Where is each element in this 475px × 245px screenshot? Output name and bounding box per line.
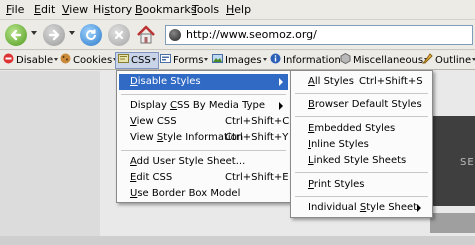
menu-help[interactable]: Help	[226, 3, 251, 16]
toolbar-information-button[interactable]: Information	[270, 52, 346, 69]
cookie-icon	[60, 53, 71, 64]
reload-icon	[86, 29, 96, 40]
submenu-item-linked-style-sheets[interactable]: Linked Style Sheets	[293, 153, 430, 169]
menu-separator	[295, 172, 428, 173]
address-url: http://www.seomoz.org/	[186, 28, 317, 41]
page-banner-text: SE	[460, 157, 475, 168]
menu-separator	[295, 116, 428, 117]
navigation-bar: http://www.seomoz.org/	[0, 20, 475, 50]
menu-item-add-user-style-sheet[interactable]: Add User Style Sheet...	[119, 154, 288, 170]
menu-separator	[295, 93, 428, 94]
back-arrow-icon	[10, 29, 22, 41]
site-favicon-icon	[169, 29, 181, 41]
caret-down-icon	[262, 58, 267, 61]
menu-item-display-css-by-media-type[interactable]: Display CSS By Media Type	[119, 98, 288, 114]
toolbar-miscellaneous-button[interactable]: Miscellaneous	[340, 52, 429, 69]
submenu-arrow-icon	[279, 102, 283, 110]
information-icon	[270, 53, 281, 64]
menu-shortcut: Ctrl+Shift+S	[359, 76, 423, 87]
menu-shortcut: Ctrl+Shift+E	[225, 172, 289, 183]
stop-button[interactable]	[108, 24, 130, 46]
images-icon	[212, 54, 223, 63]
toolbar-css-button[interactable]: CSS	[115, 52, 159, 69]
page-gray-strip	[430, 213, 475, 233]
forward-arrow-icon	[48, 29, 60, 41]
home-button[interactable]	[135, 24, 157, 46]
outline-icon	[422, 53, 433, 64]
menu-bar: File Edit View History Bookmarks Tools H…	[0, 0, 475, 20]
submenu-arrow-icon	[417, 204, 421, 212]
submenu-item-inline-styles[interactable]: Inline Styles	[293, 137, 430, 153]
menu-tools[interactable]: Tools	[192, 3, 219, 16]
menu-separator	[121, 150, 286, 151]
home-icon	[137, 25, 155, 44]
forward-history-dropdown-icon[interactable]	[69, 31, 75, 35]
forms-icon	[160, 54, 171, 63]
toolbar-forms-button[interactable]: Forms	[160, 52, 209, 69]
menu-item-view-css[interactable]: View CSS Ctrl+Shift+C	[119, 114, 290, 130]
submenu-item-print-styles[interactable]: Print Styles	[293, 177, 430, 193]
reload-button[interactable]	[80, 24, 102, 46]
submenu-item-individual-style-sheet[interactable]: Individual Style Sheet	[293, 200, 430, 216]
web-developer-toolbar: Disable Cookies CSS Forms Images Informa…	[0, 51, 475, 70]
menu-edit[interactable]: Edit	[34, 3, 55, 16]
toolbar-cookies-button[interactable]: Cookies	[60, 52, 118, 69]
css-icon	[118, 54, 129, 63]
menu-item-use-border-box-model[interactable]: Use Border Box Model	[119, 186, 288, 202]
submenu-item-all-styles[interactable]: All Styles Ctrl+Shift+S	[293, 74, 430, 90]
menu-history[interactable]: History	[93, 3, 132, 16]
menu-separator	[121, 94, 286, 95]
menu-item-edit-css[interactable]: Edit CSS Ctrl+Shift+E	[119, 170, 289, 186]
toolbar-images-button[interactable]: Images	[212, 52, 267, 69]
menu-item-disable-styles[interactable]: Disable Styles	[119, 74, 288, 90]
address-bar[interactable]: http://www.seomoz.org/	[165, 25, 473, 45]
submenu-item-browser-default-styles[interactable]: Browser Default Styles	[293, 97, 430, 113]
back-button[interactable]	[5, 24, 27, 46]
submenu-arrow-icon	[279, 78, 283, 86]
menu-separator	[295, 196, 428, 197]
menu-shortcut: Ctrl+Shift+Y	[225, 132, 289, 143]
back-history-dropdown-icon[interactable]	[31, 31, 37, 35]
submenu-item-embedded-styles[interactable]: Embedded Styles	[293, 121, 430, 137]
forward-button[interactable]	[43, 24, 65, 46]
disable-styles-submenu: All Styles Ctrl+Shift+S Browser Default …	[290, 70, 433, 218]
menu-bookmarks[interactable]: Bookmarks	[135, 3, 196, 16]
caret-down-icon	[204, 58, 209, 61]
miscellaneous-icon	[340, 53, 351, 64]
css-menu: Disable Styles Display CSS By Media Type…	[116, 70, 291, 203]
menu-view[interactable]: View	[62, 3, 88, 16]
page-footer-strip	[0, 236, 475, 245]
caret-down-icon	[54, 58, 59, 61]
menu-shortcut: Ctrl+Shift+C	[225, 116, 290, 127]
disable-icon	[3, 53, 14, 64]
caret-down-icon	[151, 58, 156, 61]
toolbar-outline-button[interactable]: Outline	[422, 52, 475, 69]
toolbar-disable-button[interactable]: Disable	[3, 52, 59, 69]
menu-item-view-style-information[interactable]: View Style Information Ctrl+Shift+Y	[119, 130, 288, 146]
stop-icon	[114, 30, 124, 40]
menu-file[interactable]: File	[6, 3, 24, 16]
